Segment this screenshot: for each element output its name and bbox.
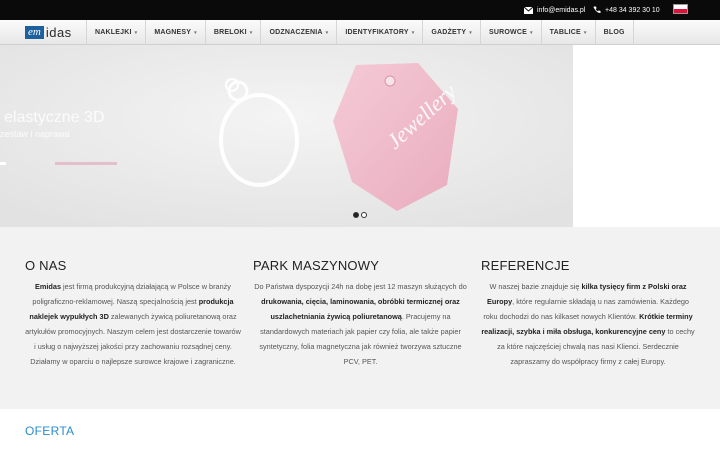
envelope-icon	[524, 6, 533, 14]
slider-dot-1[interactable]	[353, 212, 359, 218]
nav-label: BRELOKI	[213, 29, 247, 36]
hero-slider[interactable]: Jewellery i elastyczne 3D zestaw i napra…	[0, 45, 720, 227]
nav-item-breloki[interactable]: BRELOKI ▾	[204, 20, 261, 45]
nav-item-magnesy[interactable]: MAGNESY ▾	[145, 20, 205, 45]
hero-side-panel	[573, 45, 720, 227]
references-text: W naszej bazie znajduje się kilka tysięc…	[481, 282, 695, 366]
chevron-down-icon: ▾	[194, 29, 197, 36]
references-column: REFERENCJE W naszej bazie znajduje się k…	[481, 258, 695, 369]
about-text: Emidas jest firmą produkcyjną działającą…	[25, 282, 241, 366]
slide-illustration: Jewellery	[0, 45, 573, 227]
slider-pagination	[353, 212, 367, 218]
phone-text[interactable]: +48 34 392 30 10	[605, 7, 660, 14]
logo-em: em	[25, 25, 44, 39]
nav-label: IDENTYFIKATORY	[345, 29, 409, 36]
chevron-down-icon: ▾	[469, 29, 472, 36]
main-navbar: em idas NAKLEJKI ▾ MAGNESY ▾ BRELOKI ▾ ODZN…	[0, 20, 720, 45]
nav-label: TABLICE	[549, 29, 581, 36]
chevron-down-icon: ▾	[583, 29, 587, 36]
slide-accent-small	[0, 162, 6, 165]
nav-label: NAKLEJKI	[95, 29, 132, 36]
phone-icon	[593, 6, 601, 14]
phone-contact[interactable]: +48 34 392 30 10	[593, 0, 660, 20]
nav-item-blog[interactable]: BLOG	[594, 20, 634, 45]
top-bar: info@emidas.pl +48 34 392 30 10	[0, 0, 720, 20]
slide-headline: i elastyczne 3D	[0, 109, 105, 126]
info-section: O NAS Emidas jest firmą produkcyjną dzia…	[0, 227, 720, 409]
email-text[interactable]: info@emidas.pl	[537, 7, 585, 14]
machines-column: PARK MASZYNOWY Do Państwa dyspozycji 24h…	[253, 258, 468, 369]
nav-label: ODZNACZENIA	[269, 29, 323, 36]
nav-item-naklejki[interactable]: NAKLEJKI ▾	[86, 20, 145, 45]
chevron-down-icon: ▾	[411, 29, 415, 36]
machines-title: PARK MASZYNOWY	[253, 258, 380, 273]
nav-label: SUROWCE	[488, 29, 527, 36]
nav-label: BLOG	[603, 29, 625, 36]
chevron-down-icon: ▾	[249, 29, 253, 36]
nav-item-surowce[interactable]: SUROWCE ▾	[479, 20, 541, 45]
slide-accent-line	[55, 162, 117, 165]
nav-item-gadzety[interactable]: GADŻETY ▾	[422, 20, 480, 45]
email-contact[interactable]: info@emidas.pl	[524, 0, 585, 20]
poland-flag-icon[interactable]	[673, 4, 688, 14]
emidas-logo[interactable]: em idas	[25, 24, 72, 40]
slide-subline: zestaw i naprawa	[0, 129, 70, 139]
chevron-down-icon: ▾	[325, 29, 329, 36]
nav-item-odznaczenia[interactable]: ODZNACZENIA ▾	[260, 20, 336, 45]
slider-dot-2[interactable]	[361, 212, 367, 218]
nav-label: GADŻETY	[431, 29, 467, 36]
chevron-down-icon: ▾	[134, 29, 138, 36]
oferta-heading: OFERTA	[25, 424, 75, 438]
chevron-down-icon: ▾	[529, 29, 533, 36]
logo-idas: idas	[45, 24, 72, 40]
machines-text: Do Państwa dyspozycji 24h na dobę jest 1…	[254, 282, 467, 366]
references-title: REFERENCJE	[481, 258, 570, 273]
nav-menu: NAKLEJKI ▾ MAGNESY ▾ BRELOKI ▾ ODZNACZENIA ▾…	[86, 20, 634, 45]
about-title: O NAS	[25, 258, 67, 273]
nav-label: MAGNESY	[154, 29, 192, 36]
nav-item-identyfikatory[interactable]: IDENTYFIKATORY ▾	[336, 20, 422, 45]
about-column: O NAS Emidas jest firmą produkcyjną dzia…	[25, 258, 241, 369]
nav-item-tablice[interactable]: TABLICE ▾	[540, 20, 595, 45]
